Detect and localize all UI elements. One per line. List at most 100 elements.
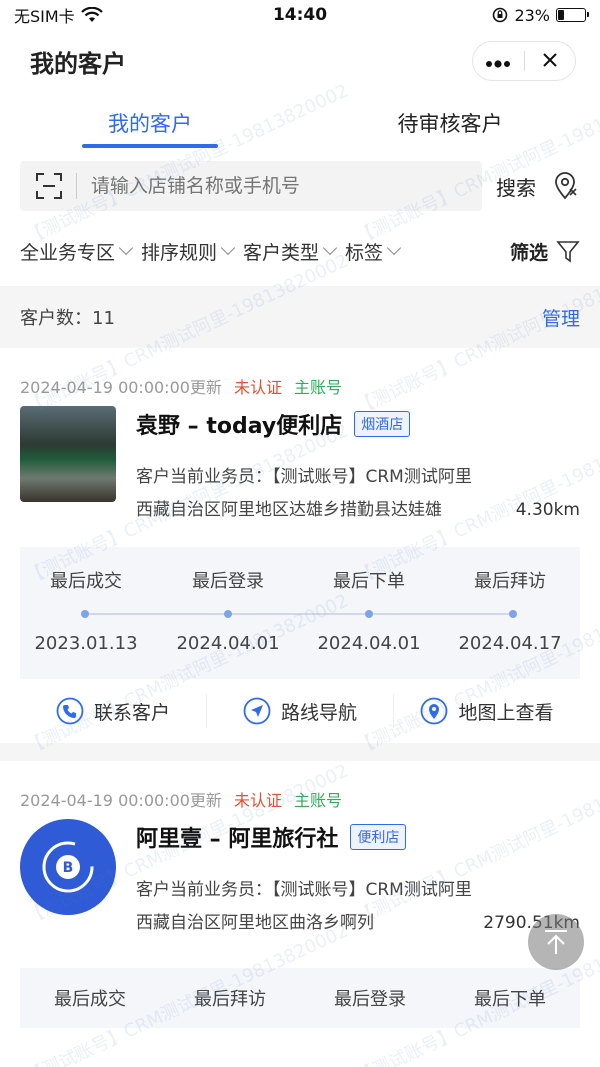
mini-program-capsule: [472, 41, 576, 81]
filter-button[interactable]: 筛选: [510, 238, 580, 265]
address: 西藏自治区阿里地区曲洛乡啊列: [136, 913, 374, 933]
arrow-up-icon: [545, 930, 567, 954]
tab-my-customers[interactable]: 我的客户: [0, 92, 300, 156]
filter-business-zone[interactable]: 全业务专区: [20, 238, 134, 265]
card-actions: 联系客户 路线导航 地图上查看: [20, 679, 580, 743]
close-icon: [543, 53, 557, 67]
store-photo: [20, 406, 116, 502]
filter-label: 标签: [345, 241, 384, 264]
nav-bar: 我的客户: [0, 30, 600, 92]
customer-card[interactable]: 2024-04-19 00:00:00更新 未认证 主账号 B 阿里壹 – 阿里…: [0, 761, 600, 1028]
navigation-icon: [243, 697, 271, 725]
salesperson: 客户当前业务员：【测试账号】CRM测试阿里: [136, 880, 472, 900]
filter-customer-type[interactable]: 客户类型: [243, 238, 338, 265]
timeline-label: 最后登录: [192, 571, 264, 592]
page-title: 我的客户: [30, 49, 126, 78]
customer-name: 阿里壹 – 阿里旅行社: [136, 827, 339, 852]
timeline-label: 最后拜访: [474, 571, 546, 592]
filter-label: 排序规则: [141, 241, 218, 264]
activity-timeline: 最后成交 2023.01.13 最后登录 2024.04.01 最后下单 202…: [20, 547, 580, 679]
card-separator: [0, 743, 600, 761]
address-line: 西藏自治区阿里地区达雄乡措勤县达娃雄 4.30km: [136, 497, 580, 523]
timeline-item: 最后下单 2024.04.01: [299, 547, 439, 654]
card-meta: 2024-04-19 00:00:00更新 未认证 主账号: [20, 761, 580, 819]
tab-bar: 我的客户 待审核客户: [0, 92, 600, 156]
filter-sort-rule[interactable]: 排序规则: [141, 238, 236, 265]
salesperson: 客户当前业务员：【测试账号】CRM测试阿里: [136, 467, 472, 487]
account-type: 主账号: [293, 378, 342, 397]
action-label: 路线导航: [280, 701, 357, 724]
updated-time: 2024-04-19 00:00:00更新: [20, 378, 222, 397]
search-box: [20, 161, 482, 211]
timeline-label: 最后下单: [333, 571, 405, 592]
auth-status: 未认证: [233, 378, 282, 397]
card-main: B 阿里壹 – 阿里旅行社 便利店 客户当前业务员：【测试账号】CRM测试阿里 …: [20, 819, 580, 936]
store-logo: B: [20, 819, 116, 915]
action-label: 地图上查看: [458, 701, 554, 724]
store-type-badge: 烟酒店: [354, 411, 411, 437]
phone-icon: [56, 697, 84, 725]
carrier-label: 无SIM卡: [14, 7, 75, 26]
back-to-top-button[interactable]: [528, 914, 584, 970]
card-meta: 2024-04-19 00:00:00更新 未认证 主账号: [20, 348, 580, 406]
customer-info: 阿里壹 – 阿里旅行社 便利店 客户当前业务员：【测试账号】CRM测试阿里 西藏…: [136, 819, 580, 936]
orientation-lock-icon: [493, 7, 508, 23]
action-label: 联系客户: [93, 701, 170, 724]
timeline-value: 2023.01.13: [34, 633, 138, 654]
view-on-map-button[interactable]: 地图上查看: [394, 694, 580, 728]
filter-tag[interactable]: 标签: [345, 238, 402, 265]
route-navigation-button[interactable]: 路线导航: [207, 694, 394, 728]
manage-button[interactable]: 管理: [542, 304, 580, 331]
filter-button-label: 筛选: [509, 241, 548, 264]
store-type-badge: 便利店: [350, 824, 407, 850]
timeline-item: 最后成交 2023.01.13: [16, 547, 156, 654]
scan-icon[interactable]: [36, 173, 62, 199]
filter-row: 全业务专区 排序规则 客户类型 标签 筛选: [0, 216, 600, 286]
customer-count-value: 11: [92, 308, 115, 329]
timeline-value: 2024.04.01: [317, 633, 421, 654]
customer-count-label: 客户数：: [20, 308, 92, 329]
updated-time: 2024-04-19 00:00:00更新: [20, 791, 222, 810]
filter-label: 客户类型: [243, 241, 320, 264]
close-button[interactable]: [525, 49, 576, 73]
contact-customer-button[interactable]: 联系客户: [20, 694, 207, 728]
timeline-value: 2024.04.01: [176, 633, 280, 654]
location-pin-icon[interactable]: [550, 171, 580, 201]
status-right: 23%: [492, 6, 589, 25]
customer-name: 袁野 – today便利店: [136, 414, 343, 439]
customer-count: 客户数：11: [20, 304, 115, 330]
brand-logo-icon: B: [42, 841, 94, 893]
timeline-label: 最后登录: [334, 989, 406, 1010]
search-divider: [76, 173, 77, 199]
auth-status: 未认证: [233, 791, 282, 810]
search-button[interactable]: 搜索: [496, 172, 536, 201]
card-main: 袁野 – today便利店 烟酒店 客户当前业务员：【测试账号】CRM测试阿里 …: [20, 406, 580, 523]
timeline-label: 最后成交: [54, 989, 126, 1010]
customer-name-line: 袁野 – today便利店 烟酒店: [136, 408, 580, 440]
customer-card[interactable]: 2024-04-19 00:00:00更新 未认证 主账号 袁野 – today…: [0, 348, 600, 743]
address: 西藏自治区阿里地区达雄乡措勤县达娃雄: [136, 500, 442, 520]
customer-info: 袁野 – today便利店 烟酒店 客户当前业务员：【测试账号】CRM测试阿里 …: [136, 406, 580, 523]
filter-label: 全业务专区: [20, 241, 116, 264]
timeline-value: 2024.04.17: [458, 633, 562, 654]
map-pin-icon: [421, 697, 448, 725]
battery-level: [558, 10, 564, 20]
battery-icon: [556, 8, 589, 22]
timeline-label: 最后拜访: [194, 989, 266, 1010]
status-left: 无SIM卡: [14, 3, 103, 27]
chevron-down-icon: [220, 240, 236, 256]
timeline-item: 最后登录 2024.04.01: [158, 547, 298, 654]
distance: 4.30km: [515, 500, 580, 520]
svg-text:B: B: [63, 860, 74, 876]
chevron-down-icon: [322, 240, 338, 256]
tab-pending-customers[interactable]: 待审核客户: [300, 92, 600, 156]
search-row: 搜索: [0, 156, 600, 216]
account-type: 主账号: [293, 791, 342, 810]
chevron-down-icon: [118, 240, 134, 256]
customer-count-bar: 客户数：11 管理: [0, 286, 600, 348]
customer-name-line: 阿里壹 – 阿里旅行社 便利店: [136, 821, 580, 853]
more-dots-icon: [486, 60, 511, 68]
timeline-item: 最后拜访 2024.04.17: [440, 547, 580, 654]
search-input[interactable]: [90, 175, 466, 197]
more-button[interactable]: [473, 49, 524, 73]
